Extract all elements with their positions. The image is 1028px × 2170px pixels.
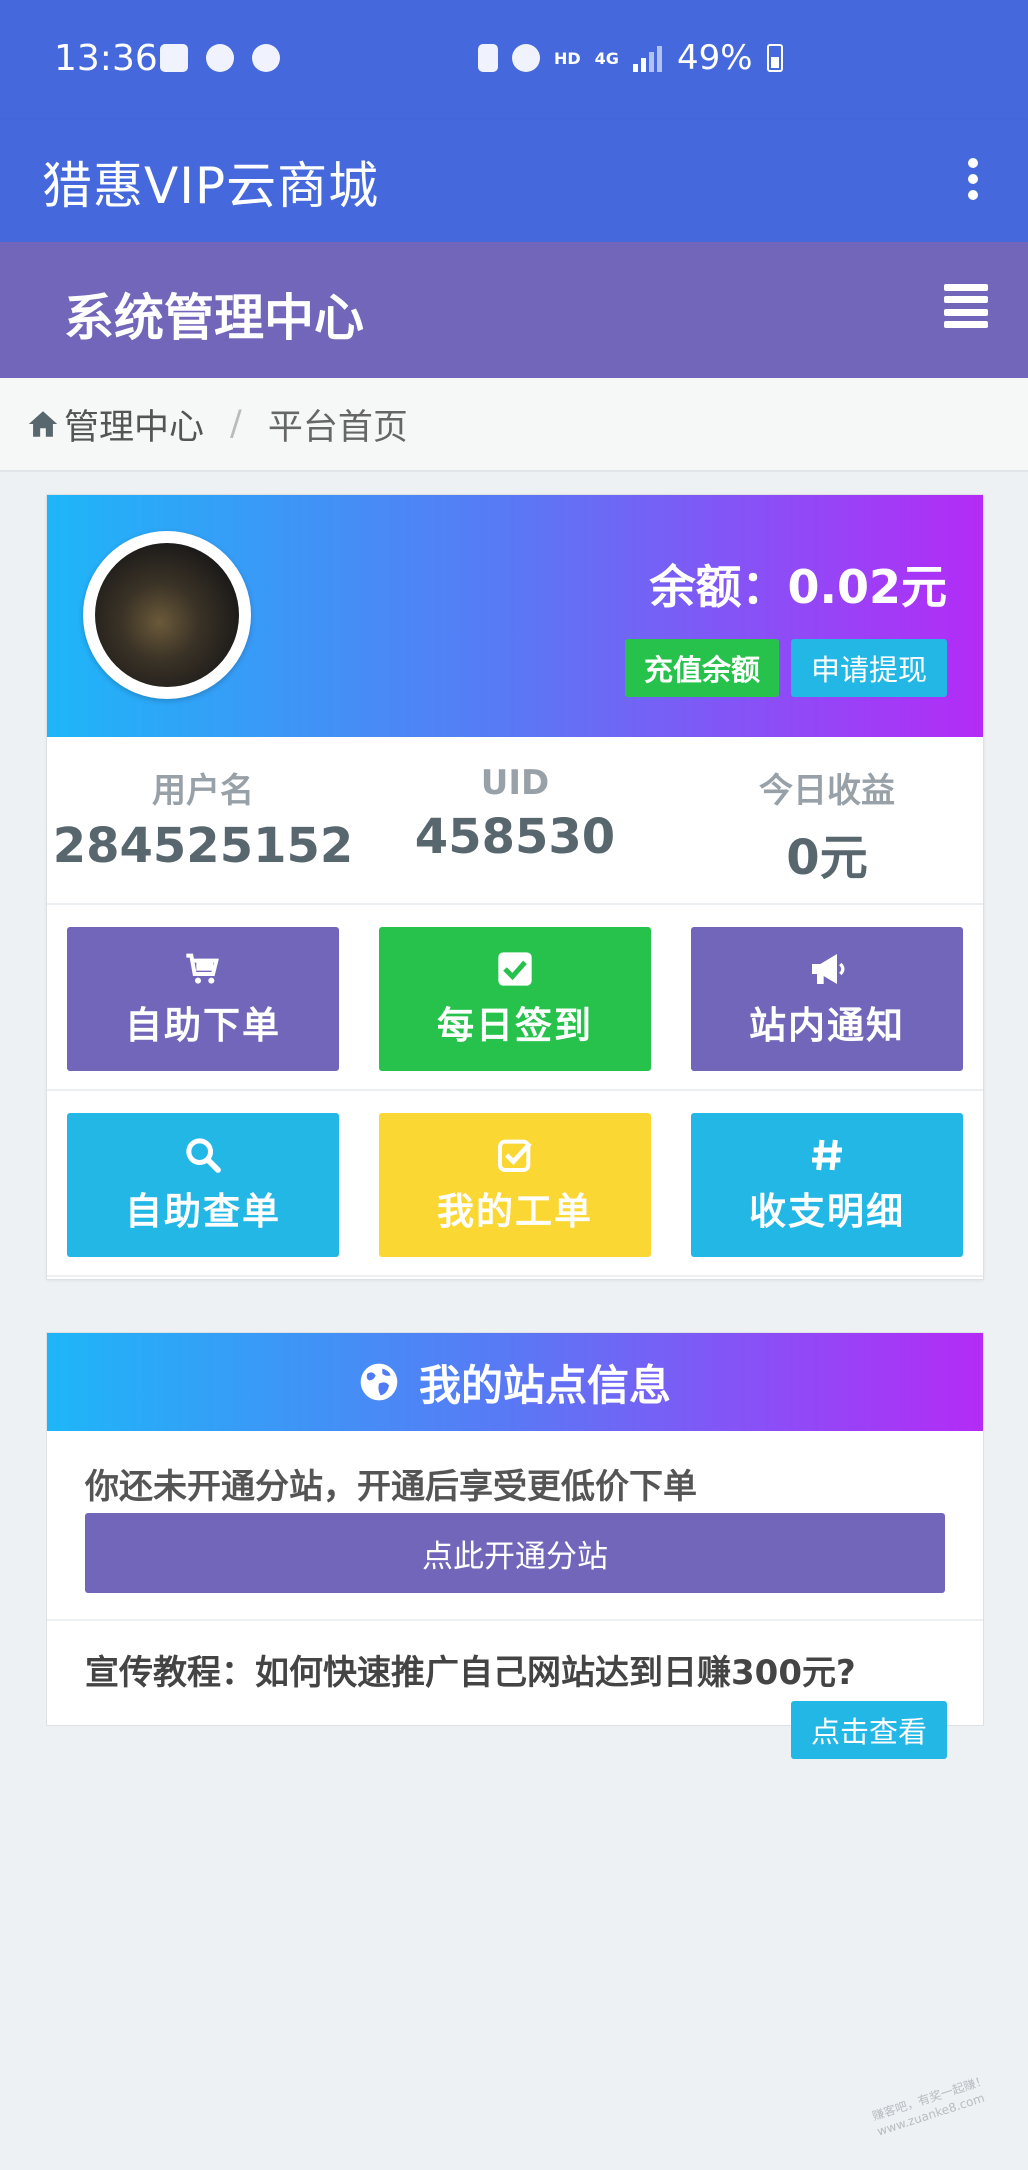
site-notice-button[interactable]: 站内通知 [691, 927, 963, 1071]
menu-icon[interactable] [944, 284, 988, 328]
watermark: 赚客吧，有奖一起赚！ www.zuanke8.com [870, 2066, 1022, 2166]
action-tiles: 自助下单 每日签到 站内通知 自助查单 我的工单 收支明细 [47, 905, 983, 1277]
my-tickets-button[interactable]: 我的工单 [379, 1113, 651, 1257]
site-status-message: 你还未开通分站，开通后享受更低价下单 [85, 1467, 697, 1507]
home-icon [28, 411, 58, 437]
stat-today-earnings: 今日收益 0元 [671, 737, 983, 903]
more-options-icon[interactable] [958, 148, 988, 210]
app-notification-icon [252, 44, 280, 72]
withdraw-button[interactable]: 申请提现 [791, 639, 947, 697]
tile-label: 收支明细 [749, 1190, 905, 1233]
promo-tutorial-text: 宣传教程：如何快速推广自己网站达到日赚300元? [85, 1653, 856, 1693]
cart-icon [186, 953, 219, 984]
site-info-header: 我的站点信息 [47, 1333, 983, 1431]
stat-label: 用户名 [152, 771, 254, 811]
check-square-icon [498, 952, 532, 986]
daily-checkin-button[interactable]: 每日签到 [379, 927, 651, 1071]
breadcrumb-current: 平台首页 [267, 407, 408, 448]
gallery-icon [160, 44, 188, 72]
avatar[interactable] [83, 531, 251, 699]
stat-uid: UID 458530 [359, 737, 671, 903]
app-bar: 猎惠VIP云商城 [0, 120, 1028, 242]
tile-label: 每日签到 [437, 1004, 593, 1047]
stat-value: 458530 [414, 809, 616, 865]
qq-icon [206, 44, 234, 72]
tile-row: 自助下单 每日签到 站内通知 [47, 905, 983, 1091]
user-card: 余额：0.02元 充值余额 申请提现 用户名 284525152 UID 458… [46, 494, 984, 1280]
site-info-card: 我的站点信息 你还未开通分站，开通后享受更低价下单 点此开通分站 宣传教程：如何… [46, 1332, 984, 1759]
stat-value: 0元 [786, 830, 868, 886]
user-stats: 用户名 284525152 UID 458530 今日收益 0元 [47, 737, 983, 905]
site-info-title: 我的站点信息 [418, 1360, 671, 1410]
order-query-button[interactable]: 自助查单 [67, 1113, 339, 1257]
status-indicators: HD 4G 49% [478, 38, 783, 78]
system-header: 系统管理中心 [0, 242, 1028, 378]
tile-label: 我的工单 [437, 1190, 593, 1233]
search-icon [186, 1138, 221, 1173]
open-substation-button[interactable]: 点此开通分站 [85, 1513, 945, 1593]
hd-indicator: HD [554, 48, 581, 68]
network-indicator: 4G [594, 48, 619, 68]
breadcrumb-home[interactable]: 管理中心 [64, 399, 204, 450]
view-tutorial-button[interactable]: 点击查看 [791, 1701, 947, 1759]
system-title: 系统管理中心 [64, 289, 364, 347]
signal-icon [632, 46, 662, 72]
battery-icon [766, 44, 783, 72]
recharge-button[interactable]: 充值余额 [625, 639, 779, 697]
battery-percent: 49% [676, 38, 753, 78]
breadcrumb-separator: / [230, 404, 242, 444]
breadcrumb: 管理中心 / 平台首页 [0, 378, 1028, 472]
stat-label: UID [480, 763, 550, 803]
status-time: 13:36 [54, 38, 158, 79]
tile-label: 自助下单 [125, 1004, 281, 1047]
stat-label: 今日收益 [759, 771, 895, 811]
recycle-icon [478, 44, 498, 72]
alarm-icon [512, 44, 540, 72]
balance-text: 余额：0.02元 [649, 560, 948, 614]
transactions-button[interactable]: 收支明细 [691, 1113, 963, 1257]
self-order-button[interactable]: 自助下单 [67, 927, 339, 1071]
stat-username: 用户名 284525152 [47, 737, 359, 903]
user-card-header: 余额：0.02元 充值余额 申请提现 [47, 495, 983, 737]
notification-icons [160, 44, 280, 72]
status-bar: 13:36 HD 4G 49% [0, 0, 1028, 120]
check-outline-icon [497, 1139, 532, 1172]
tile-label: 站内通知 [749, 1004, 905, 1047]
megaphone-icon [812, 954, 845, 984]
divider [47, 1619, 983, 1621]
hashtag-icon [812, 1139, 842, 1171]
tile-row: 自助查单 我的工单 收支明细 [47, 1091, 983, 1277]
stat-value: 284525152 [52, 818, 354, 874]
tile-label: 自助查单 [125, 1190, 281, 1233]
app-title: 猎惠VIP云商城 [42, 157, 380, 215]
globe-icon [360, 1363, 398, 1401]
